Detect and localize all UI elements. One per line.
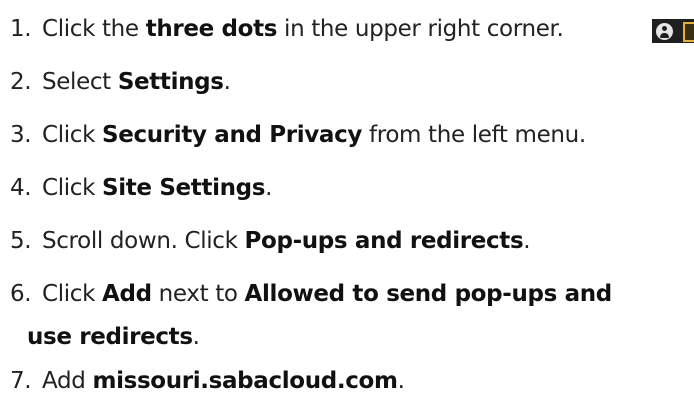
step-keyword: Site Settings xyxy=(102,175,266,201)
step-text: Click xyxy=(42,122,103,148)
step-number: 1. xyxy=(10,16,32,42)
folder-icon xyxy=(683,22,694,42)
step-text: Scroll down. Click xyxy=(42,228,245,254)
step-text: Click xyxy=(42,281,103,307)
step-text: . xyxy=(265,175,273,201)
step-keyword: Pop-ups and redirects xyxy=(244,228,524,254)
step-number: 5. xyxy=(10,228,32,254)
browser-toolbar-thumbnail xyxy=(652,19,694,43)
step-number: 3. xyxy=(10,122,32,148)
step-text: Add xyxy=(42,368,93,394)
step-7: 7. Add missouri.sabacloud.com. xyxy=(10,366,694,396)
step-number: 7. xyxy=(10,368,32,394)
step-text: Click the xyxy=(42,16,146,42)
step-keyword: three dots xyxy=(145,16,278,42)
step-text: in the upper right corner. xyxy=(277,16,564,42)
step-6-continuation: use redirects. xyxy=(27,322,200,352)
step-keyword: use redirects xyxy=(27,324,193,350)
step-keyword: Settings xyxy=(117,69,224,95)
step-text: . xyxy=(192,324,200,350)
step-number: 6. xyxy=(10,281,32,307)
step-text: next to xyxy=(151,281,245,307)
step-text: . xyxy=(223,69,231,95)
step-keyword: Add xyxy=(102,281,152,307)
step-3: 3. Click Security and Privacy from the le… xyxy=(10,120,694,150)
step-keyword: missouri.sabacloud.com xyxy=(92,368,398,394)
step-2: 2. Select Settings. xyxy=(10,67,694,97)
step-text: . xyxy=(523,228,531,254)
profile-avatar-icon xyxy=(656,23,673,40)
step-keyword: Allowed to send pop-ups and xyxy=(244,281,613,307)
step-number: 4. xyxy=(10,175,32,201)
instruction-list: 1. Click the three dots in the upper righ… xyxy=(0,0,694,402)
step-text: from the left menu. xyxy=(362,122,586,148)
step-5: 5. Scroll down. Click Pop-ups and redirec… xyxy=(10,226,694,256)
step-text: Select xyxy=(42,69,118,95)
step-keyword: Security and Privacy xyxy=(102,122,363,148)
step-text: Click xyxy=(42,175,103,201)
step-6: 6. Click Add next to Allowed to send pop-… xyxy=(10,279,694,309)
step-text: . xyxy=(397,368,405,394)
step-number: 2. xyxy=(10,69,32,95)
step-4: 4. Click Site Settings. xyxy=(10,173,694,203)
step-1: 1. Click the three dots in the upper righ… xyxy=(10,14,694,44)
